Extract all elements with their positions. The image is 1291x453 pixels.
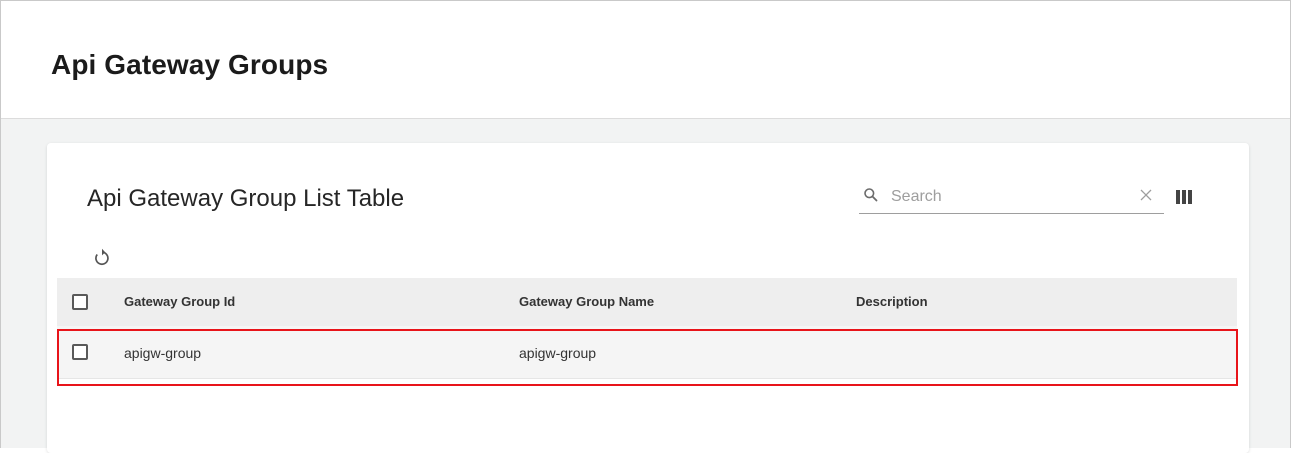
column-header-description[interactable]: Description (856, 294, 928, 309)
search-icon (864, 188, 878, 202)
column-header-gateway-group-name[interactable]: Gateway Group Name (519, 294, 654, 309)
data-table: Gateway Group Id Gateway Group Name Desc… (57, 278, 1237, 379)
page-header: Api Gateway Groups (1, 1, 1290, 119)
column-header-gateway-group-id[interactable]: Gateway Group Id (124, 294, 235, 309)
table-title: Api Gateway Group List Table (87, 185, 405, 212)
table-card: Api Gateway Group List Table Ga (47, 143, 1249, 453)
view-column-icon[interactable] (1176, 190, 1192, 204)
close-icon[interactable] (1138, 187, 1154, 203)
search-input[interactable] (891, 185, 1111, 209)
cell-gateway-group-id: apigw-group (124, 345, 202, 361)
table-row[interactable]: apigw-group apigw-group (57, 326, 1237, 379)
search-field (859, 183, 1164, 214)
select-all-checkbox[interactable] (72, 294, 88, 310)
page-title: Api Gateway Groups (51, 49, 329, 80)
cell-gateway-group-name: apigw-group (519, 345, 597, 361)
app-frame: Api Gateway Groups Api Gateway Group Lis… (0, 0, 1291, 453)
row-checkbox[interactable] (72, 344, 88, 360)
refresh-icon[interactable] (93, 247, 111, 267)
table-header: Gateway Group Id Gateway Group Name Desc… (57, 278, 1237, 326)
